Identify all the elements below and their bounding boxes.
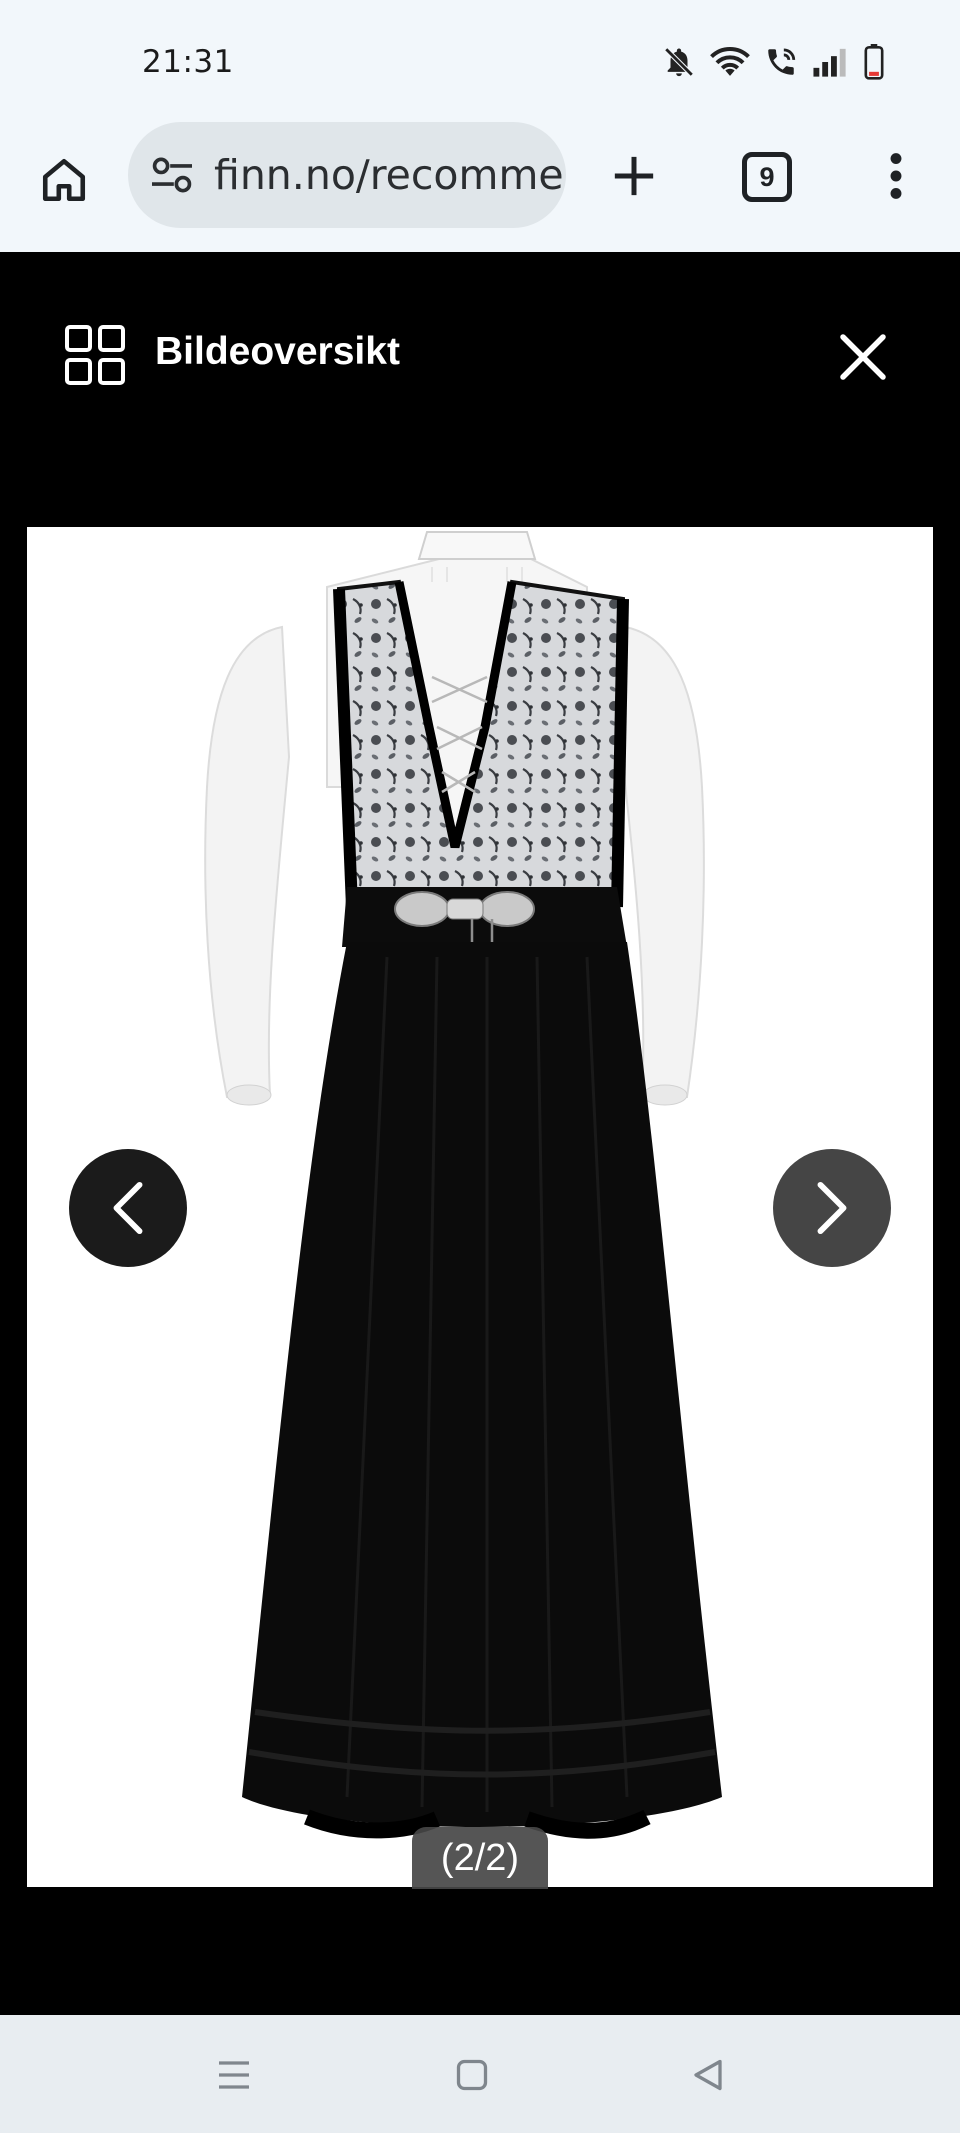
chevron-right-icon <box>817 1181 847 1235</box>
image-viewer-header: Bildeoversikt <box>0 252 960 452</box>
more-menu-button[interactable] <box>872 146 920 206</box>
home-square-icon <box>456 2059 488 2091</box>
next-image-button[interactable] <box>773 1149 891 1267</box>
new-tab-icon <box>614 156 654 196</box>
bell-muted-icon <box>662 45 696 79</box>
home-icon <box>42 158 86 202</box>
image-counter: (2/2) <box>412 1827 548 1889</box>
previous-image-button[interactable] <box>69 1149 187 1267</box>
status-icons <box>662 44 884 80</box>
site-settings-icon[interactable] <box>150 155 194 195</box>
status-bar: 21:31 <box>0 0 960 120</box>
system-back-button[interactable] <box>686 2053 730 2097</box>
wifi-icon <box>710 45 750 79</box>
address-bar[interactable]: finn.no/recomme <box>128 122 566 228</box>
more-menu-icon <box>890 153 902 199</box>
status-time: 21:31 <box>142 44 234 80</box>
back-triangle-icon <box>694 2059 722 2091</box>
recents-icon <box>219 2061 249 2089</box>
home-button[interactable] <box>34 150 94 210</box>
wifi-calling-icon <box>764 45 798 79</box>
battery-low-icon <box>864 44 884 80</box>
new-tab-button[interactable] <box>604 146 664 206</box>
system-navigation-bar <box>0 2015 960 2133</box>
signal-icon <box>812 47 850 77</box>
grid-overview-icon[interactable] <box>64 324 126 386</box>
screen: 21:31 finn.no/recomme 9 Bildeoversikt (2… <box>0 0 960 2133</box>
chevron-left-icon <box>113 1181 143 1235</box>
system-home-button[interactable] <box>450 2053 494 2097</box>
url-text[interactable]: finn.no/recomme <box>214 151 564 199</box>
close-icon[interactable] <box>838 332 888 382</box>
browser-toolbar: finn.no/recomme 9 <box>0 120 960 252</box>
tab-switcher-button[interactable]: 9 <box>742 152 792 202</box>
viewer-title[interactable]: Bildeoversikt <box>155 330 400 374</box>
tab-count: 9 <box>759 161 775 192</box>
recents-button[interactable] <box>212 2053 256 2097</box>
